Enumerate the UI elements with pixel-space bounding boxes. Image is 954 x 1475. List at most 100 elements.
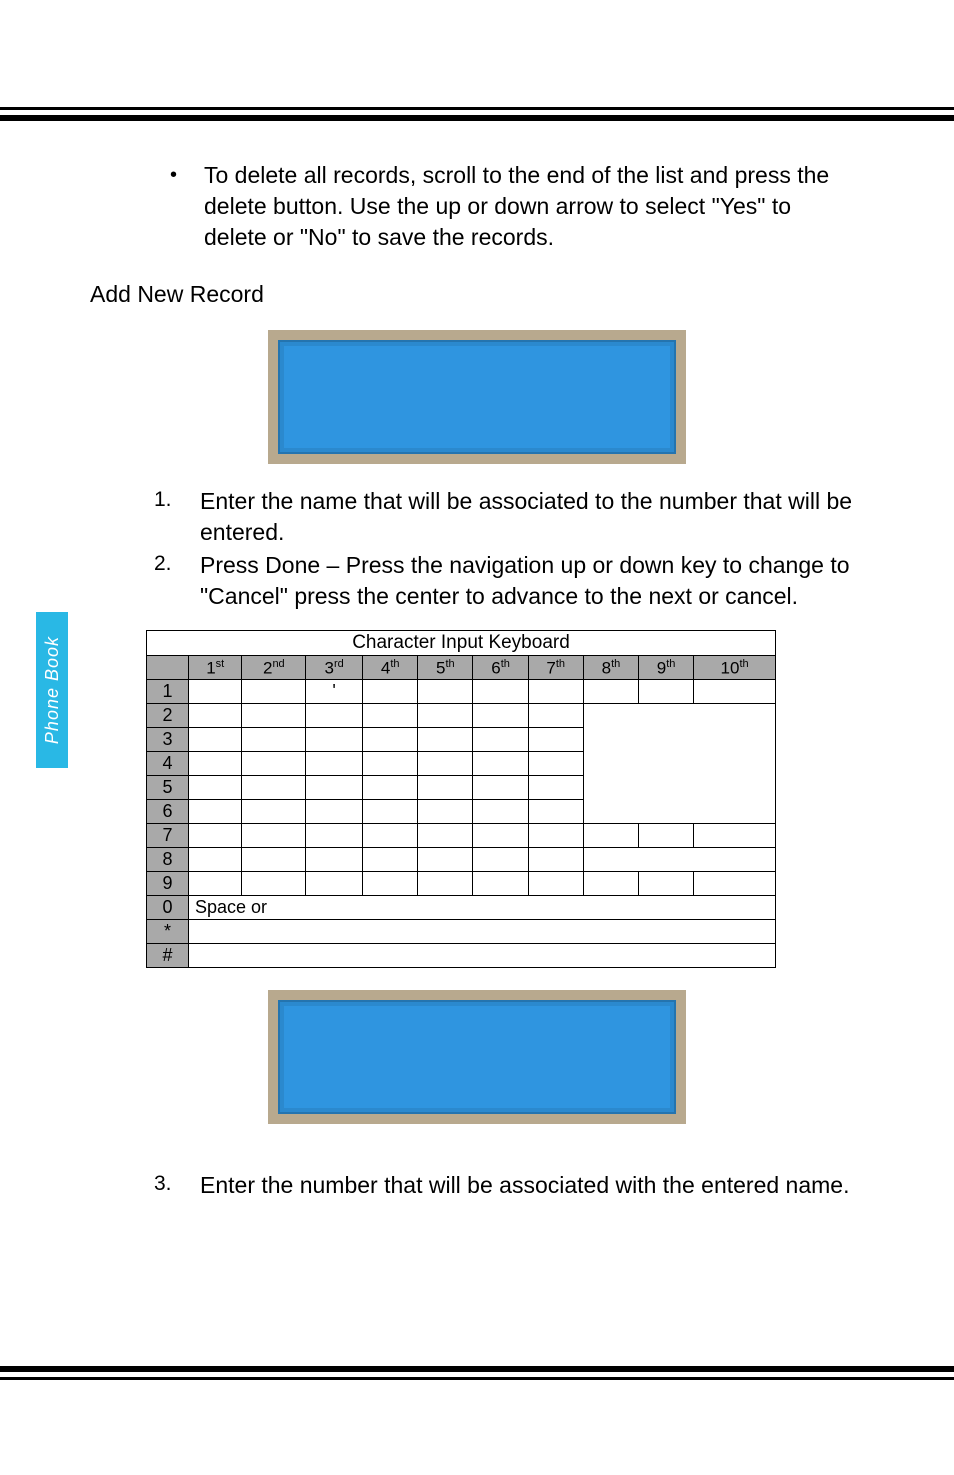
cell — [306, 704, 363, 728]
screen-placeholder-2 — [90, 990, 864, 1146]
table-header-cell: 4th — [363, 656, 418, 680]
cell — [583, 680, 638, 704]
cell — [528, 728, 583, 752]
cell — [363, 776, 418, 800]
cell — [528, 848, 583, 872]
key-cell: 3 — [147, 728, 189, 752]
table-header-cell: 5th — [418, 656, 473, 680]
table-row: 7 — [147, 824, 776, 848]
table-row: 9 — [147, 872, 776, 896]
step-1: 1. Enter the name that will be associate… — [154, 486, 854, 548]
ordered-steps-a: 1. Enter the name that will be associate… — [154, 486, 854, 612]
cell — [694, 824, 776, 848]
cell — [418, 776, 473, 800]
cell — [363, 704, 418, 728]
cell — [242, 848, 306, 872]
table-row: 1 ' — [147, 680, 776, 704]
bullet-marker: • — [170, 160, 204, 253]
key-cell: * — [147, 920, 189, 944]
cell — [242, 800, 306, 824]
cell — [583, 848, 775, 872]
cell — [242, 752, 306, 776]
table-row: 2 — [147, 704, 776, 728]
key-cell: 7 — [147, 824, 189, 848]
table-header-cell: 7th — [528, 656, 583, 680]
cell — [473, 848, 528, 872]
bullet-list: • To delete all records, scroll to the e… — [170, 160, 854, 253]
cell — [189, 872, 242, 896]
cell — [363, 800, 418, 824]
table-header-cell: 8th — [583, 656, 638, 680]
cell — [363, 824, 418, 848]
ordered-steps-b: 3. Enter the number that will be associa… — [154, 1170, 854, 1201]
table-row: 0 Space or — [147, 896, 776, 920]
table-row: 4 — [147, 752, 776, 776]
table-header-cell: 3rd — [306, 656, 363, 680]
cell-span — [189, 944, 776, 968]
cell — [306, 776, 363, 800]
cell — [306, 800, 363, 824]
table-title: Character Input Keyboard — [147, 631, 776, 656]
cell — [306, 872, 363, 896]
table-row: 5 — [147, 776, 776, 800]
table-row: 8 — [147, 848, 776, 872]
cell — [363, 728, 418, 752]
key-cell: # — [147, 944, 189, 968]
cell — [242, 824, 306, 848]
cell-span: Space or — [189, 896, 776, 920]
cell — [418, 752, 473, 776]
table-header-cell: 2nd — [242, 656, 306, 680]
cell — [418, 872, 473, 896]
cell — [418, 824, 473, 848]
cell — [418, 848, 473, 872]
cell — [242, 872, 306, 896]
cell — [473, 728, 528, 752]
cell — [528, 680, 583, 704]
cell — [528, 800, 583, 824]
bullet-item: • To delete all records, scroll to the e… — [170, 160, 854, 253]
cell — [528, 704, 583, 728]
table-row: 6 — [147, 800, 776, 824]
cell — [363, 752, 418, 776]
cell — [189, 800, 242, 824]
cell — [306, 848, 363, 872]
key-cell: 0 — [147, 896, 189, 920]
cell — [583, 824, 638, 848]
cell — [189, 752, 242, 776]
key-cell: 4 — [147, 752, 189, 776]
cell — [694, 680, 776, 704]
lcd-frame-icon — [268, 330, 686, 464]
document-page: Phone Book • To delete all records, scro… — [0, 0, 954, 1475]
cell — [583, 728, 775, 752]
top-rule — [0, 107, 954, 121]
table-header-cell: 1st — [189, 656, 242, 680]
cell — [473, 776, 528, 800]
cell — [418, 704, 473, 728]
table-row: # — [147, 944, 776, 968]
cell — [363, 680, 418, 704]
cell — [242, 680, 306, 704]
character-input-table-wrap: Character Input Keyboard 1st 2nd 3rd 4th… — [146, 630, 864, 968]
key-cell: 2 — [147, 704, 189, 728]
cell — [639, 680, 694, 704]
cell — [189, 680, 242, 704]
screen-placeholder-1 — [90, 330, 864, 486]
cell — [639, 824, 694, 848]
table-header-cell: 10th — [694, 656, 776, 680]
cell — [189, 848, 242, 872]
cell — [473, 824, 528, 848]
cell — [363, 848, 418, 872]
cell — [528, 752, 583, 776]
cell — [473, 800, 528, 824]
heading-add-new-record: Add New Record — [90, 281, 864, 308]
cell — [473, 680, 528, 704]
key-cell: 8 — [147, 848, 189, 872]
lcd-frame-icon — [268, 990, 686, 1124]
cell — [189, 776, 242, 800]
table-header-cell: 6th — [473, 656, 528, 680]
cell — [694, 872, 776, 896]
step-2: 2. Press Done – Press the navigation up … — [154, 550, 854, 612]
cell — [583, 704, 775, 728]
step-number: 2. — [154, 550, 200, 612]
content-area: • To delete all records, scroll to the e… — [0, 160, 954, 1203]
